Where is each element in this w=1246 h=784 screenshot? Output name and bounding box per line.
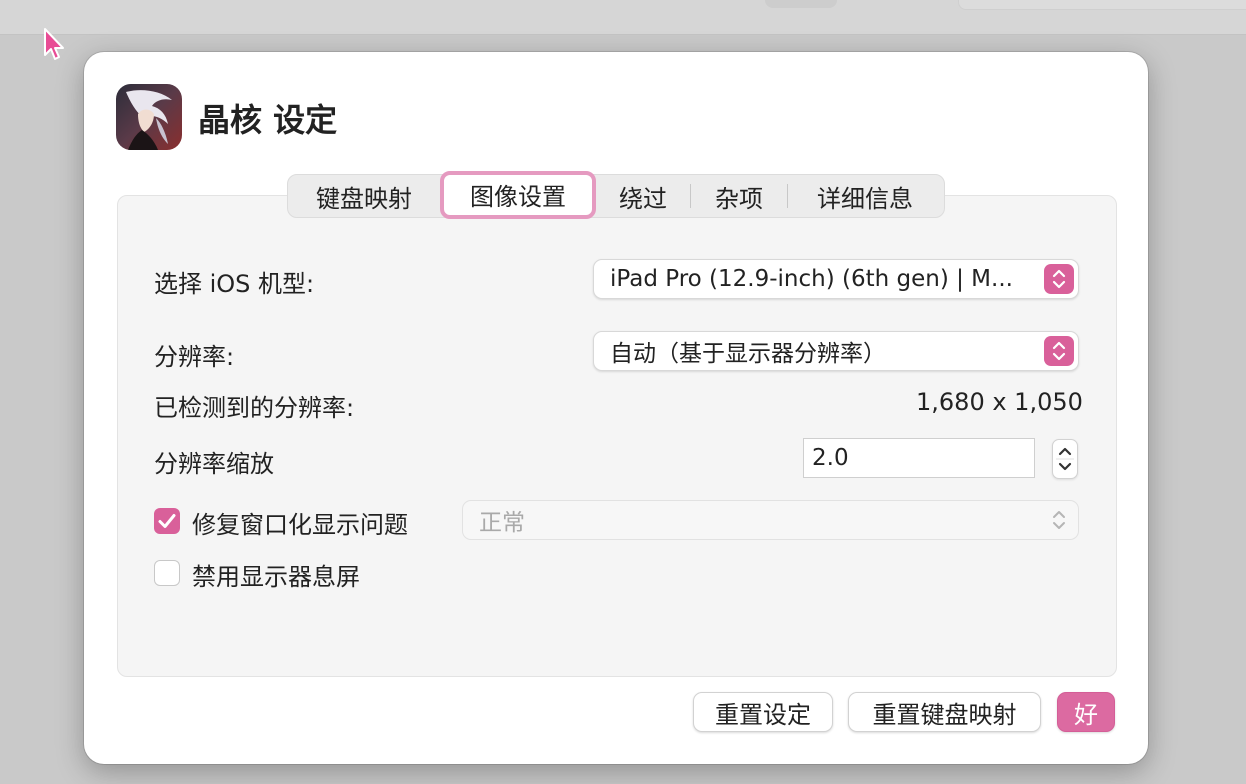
chevron-up-down-icon — [1044, 336, 1074, 366]
mouse-pointer-icon — [44, 28, 64, 60]
tab-details[interactable]: 详细信息 — [788, 175, 942, 217]
resolution-scale-label: 分辨率缩放 — [154, 450, 274, 478]
reset-keymap-button[interactable]: 重置键盘映射 — [848, 692, 1041, 732]
fix-window-mode-popup[interactable]: 正常 — [462, 500, 1079, 540]
fix-window-label: 修复窗口化显示问题 — [192, 511, 408, 539]
chevron-up-down-icon — [1044, 264, 1074, 294]
background-search-field — [958, 0, 1246, 10]
stepper-arrows-icon — [1056, 447, 1074, 471]
ios-model-popup[interactable]: iPad Pro (12.9-inch) (6th gen) | M... — [593, 259, 1079, 299]
dialog-title: 晶核 设定 — [198, 101, 338, 139]
ios-model-value: iPad Pro (12.9-inch) (6th gen) | M... — [610, 266, 1013, 292]
resolution-scale-stepper[interactable] — [1052, 439, 1078, 479]
disable-sleep-label: 禁用显示器息屏 — [192, 563, 360, 591]
detected-resolution-value: 1,680 x 1,050 — [916, 388, 1083, 416]
resolution-popup[interactable]: 自动（基于显示器分辨率） — [593, 331, 1079, 371]
disable-sleep-checkbox[interactable] — [154, 560, 180, 586]
tab-bypass[interactable]: 绕过 — [596, 175, 690, 217]
ios-model-label: 选择 iOS 机型: — [154, 270, 315, 298]
ok-button[interactable]: 好 — [1057, 692, 1115, 732]
resolution-value: 自动（基于显示器分辨率） — [610, 341, 886, 367]
tab-bar: 键盘映射 图像设置 绕过 杂项 详细信息 — [287, 170, 945, 219]
resolution-label: 分辨率: — [154, 343, 235, 371]
fix-window-checkbox[interactable] — [154, 508, 180, 534]
settings-dialog: 晶核 设定 键盘映射 图像设置 绕过 杂项 详细信息 选择 iOS 机型: iP… — [84, 52, 1148, 764]
tab-keymap[interactable]: 键盘映射 — [288, 175, 440, 217]
detected-resolution-label: 已检测到的分辨率: — [154, 394, 355, 422]
game-app-icon — [116, 84, 182, 150]
resolution-scale-input[interactable]: 2.0 — [803, 438, 1035, 478]
tab-misc[interactable]: 杂项 — [691, 175, 787, 217]
chevron-up-down-icon — [1044, 505, 1074, 535]
tab-graphics[interactable]: 图像设置 — [440, 170, 596, 219]
background-toolbar-button — [765, 0, 837, 8]
fix-window-mode-value: 正常 — [479, 510, 525, 536]
checkmark-icon — [158, 514, 176, 528]
reset-settings-button[interactable]: 重置设定 — [693, 692, 833, 732]
